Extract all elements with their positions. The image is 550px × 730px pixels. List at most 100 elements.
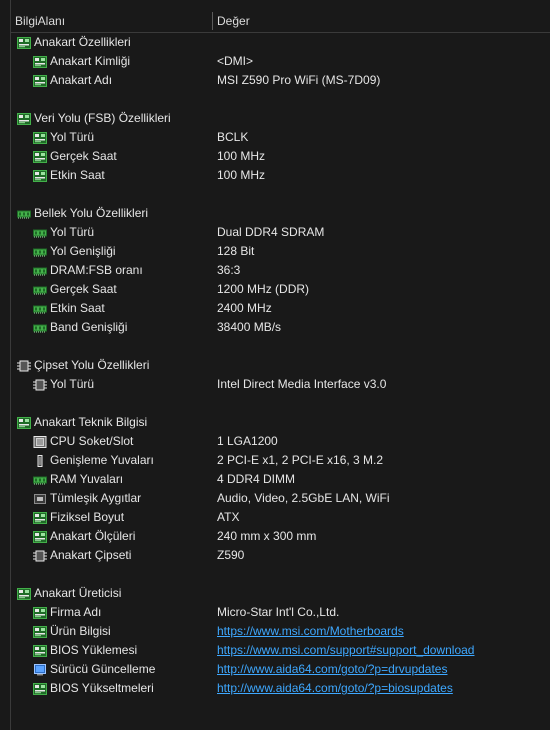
spacer-row xyxy=(11,565,550,584)
property-row[interactable]: Anakart Adı MSI Z590 Pro WiFi (MS-7D09) xyxy=(11,71,550,90)
property-value: 100 MHz xyxy=(217,149,266,163)
property-link[interactable]: http://www.aida64.com/goto/?p=biosupdate… xyxy=(217,679,453,698)
board-icon xyxy=(33,606,47,619)
board-icon xyxy=(33,682,47,695)
property-row[interactable]: Anakart Ölçüleri 240 mm x 300 mm xyxy=(11,527,550,546)
driver-update-icon xyxy=(33,663,47,676)
chipset-icon xyxy=(17,359,31,372)
property-row[interactable]: Band Genişliği 38400 MB/s xyxy=(11,318,550,337)
property-label: Ürün Bilgisi xyxy=(50,624,111,638)
property-row[interactable]: Fiziksel Boyut ATX xyxy=(11,508,550,527)
property-value: Dual DDR4 SDRAM xyxy=(217,225,325,239)
property-label: DRAM:FSB oranı xyxy=(50,263,143,277)
property-value: 1 LGA1200 xyxy=(217,434,278,448)
property-label: Gerçek Saat xyxy=(50,282,117,296)
property-label: Yol Türü xyxy=(50,225,95,239)
board-icon xyxy=(33,131,47,144)
property-row[interactable]: Etkin Saat 100 MHz xyxy=(11,166,550,185)
property-label: Etkin Saat xyxy=(50,168,105,182)
property-list: Anakart Özellikleri Anakart Kimliği <DMI>… xyxy=(11,33,550,698)
property-row[interactable]: DRAM:FSB oranı 36:3 xyxy=(11,261,550,280)
board-icon xyxy=(33,74,47,87)
group-title: Bellek Yolu Özellikleri xyxy=(34,206,149,220)
board-icon xyxy=(17,416,31,429)
spacer-row xyxy=(11,185,550,204)
memory-icon xyxy=(33,302,47,314)
group-header-row[interactable]: Anakart Özellikleri xyxy=(11,33,550,52)
cpu-socket-icon xyxy=(33,435,47,448)
property-value: 2400 MHz xyxy=(217,301,272,315)
property-link[interactable]: https://www.msi.com/support#support_down… xyxy=(217,641,474,660)
property-row[interactable]: Firma Adı Micro-Star Int'l Co.,Ltd. xyxy=(11,603,550,622)
memory-icon xyxy=(33,321,47,333)
group-title: Anakart Özellikleri xyxy=(34,35,131,49)
property-link[interactable]: https://www.msi.com/Motherboards xyxy=(217,622,404,641)
details-panel: BilgiAlanı Değer Anakart Özellikleri Ana… xyxy=(10,0,550,730)
property-row[interactable]: CPU Soket/Slot 1 LGA1200 xyxy=(11,432,550,451)
property-label: BIOS Yükseltmeleri xyxy=(50,681,154,695)
property-label: Fiziksel Boyut xyxy=(50,510,125,524)
property-label: Anakart Kimliği xyxy=(50,54,131,68)
group-header-row[interactable]: Bellek Yolu Özellikleri xyxy=(11,204,550,223)
board-icon xyxy=(33,530,47,543)
property-row[interactable]: Gerçek Saat 1200 MHz (DDR) xyxy=(11,280,550,299)
property-label: Band Genişliği xyxy=(50,320,128,334)
property-row[interactable]: Tümleşik Aygıtlar Audio, Video, 2.5GbE LA… xyxy=(11,489,550,508)
property-label: Yol Genişliği xyxy=(50,244,116,258)
property-link[interactable]: http://www.aida64.com/goto/?p=drvupdates xyxy=(217,660,447,679)
property-row[interactable]: RAM Yuvaları 4 DDR4 DIMM xyxy=(11,470,550,489)
property-row[interactable]: Genişleme Yuvaları 2 PCI-E x1, 2 PCI-E x1… xyxy=(11,451,550,470)
group-header-row[interactable]: Anakart Teknik Bilgisi xyxy=(11,413,550,432)
column-separator[interactable] xyxy=(212,12,213,30)
property-row[interactable]: Yol Türü Intel Direct Media Interface v3.… xyxy=(11,375,550,394)
property-row[interactable]: BIOS Yüklemesi https://www.msi.com/suppor… xyxy=(11,641,550,660)
property-label: RAM Yuvaları xyxy=(50,472,124,486)
property-row[interactable]: Yol Türü BCLK xyxy=(11,128,550,147)
group-header-row[interactable]: Anakart Üreticisi xyxy=(11,584,550,603)
property-value: Micro-Star Int'l Co.,Ltd. xyxy=(217,605,340,619)
property-row[interactable]: BIOS Yükseltmeleri http://www.aida64.com/… xyxy=(11,679,550,698)
property-label: Tümleşik Aygıtlar xyxy=(50,491,142,505)
board-icon xyxy=(33,644,47,657)
property-row[interactable]: Gerçek Saat 100 MHz xyxy=(11,147,550,166)
group-header-row[interactable]: Çipset Yolu Özellikleri xyxy=(11,356,550,375)
property-label: Etkin Saat xyxy=(50,301,105,315)
spacer-row xyxy=(11,394,550,413)
property-value: Audio, Video, 2.5GbE LAN, WiFi xyxy=(217,491,390,505)
group-header-row[interactable]: Veri Yolu (FSB) Özellikleri xyxy=(11,109,550,128)
property-row[interactable]: Sürücü Güncelleme http://www.aida64.com/g… xyxy=(11,660,550,679)
property-value: ATX xyxy=(217,510,240,524)
spacer-row xyxy=(11,90,550,109)
property-row[interactable]: Ürün Bilgisi https://www.msi.com/Motherbo… xyxy=(11,622,550,641)
board-icon xyxy=(17,587,31,600)
property-value: 36:3 xyxy=(217,263,241,277)
group-title: Anakart Üreticisi xyxy=(34,586,122,600)
board-icon xyxy=(33,625,47,638)
property-row[interactable]: Yol Türü Dual DDR4 SDRAM xyxy=(11,223,550,242)
memory-icon xyxy=(17,207,31,219)
property-label: Gerçek Saat xyxy=(50,149,117,163)
memory-icon xyxy=(33,283,47,295)
property-value: 1200 MHz (DDR) xyxy=(217,282,310,296)
property-label: BIOS Yüklemesi xyxy=(50,643,138,657)
property-row[interactable]: Anakart Kimliği <DMI> xyxy=(11,52,550,71)
property-row[interactable]: Yol Genişliği 128 Bit xyxy=(11,242,550,261)
column-header-field[interactable]: BilgiAlanı xyxy=(15,10,65,32)
memory-icon xyxy=(33,264,47,276)
expansion-slot-icon xyxy=(33,454,47,467)
board-icon xyxy=(17,36,31,49)
property-label: Anakart Adı xyxy=(50,73,113,87)
property-value: 2 PCI-E x1, 2 PCI-E x16, 3 M.2 xyxy=(217,453,384,467)
property-row[interactable]: Etkin Saat 2400 MHz xyxy=(11,299,550,318)
property-label: Firma Adı xyxy=(50,605,102,619)
property-label: CPU Soket/Slot xyxy=(50,434,134,448)
memory-icon xyxy=(33,473,47,485)
property-row[interactable]: Anakart Çipseti Z590 xyxy=(11,546,550,565)
group-title: Çipset Yolu Özellikleri xyxy=(34,358,150,372)
board-icon xyxy=(17,112,31,125)
integrated-device-icon xyxy=(33,492,47,504)
property-label: Sürücü Güncelleme xyxy=(50,662,156,676)
group-title: Anakart Teknik Bilgisi xyxy=(34,415,148,429)
column-header-value[interactable]: Değer xyxy=(217,10,250,32)
property-value: 100 MHz xyxy=(217,168,266,182)
